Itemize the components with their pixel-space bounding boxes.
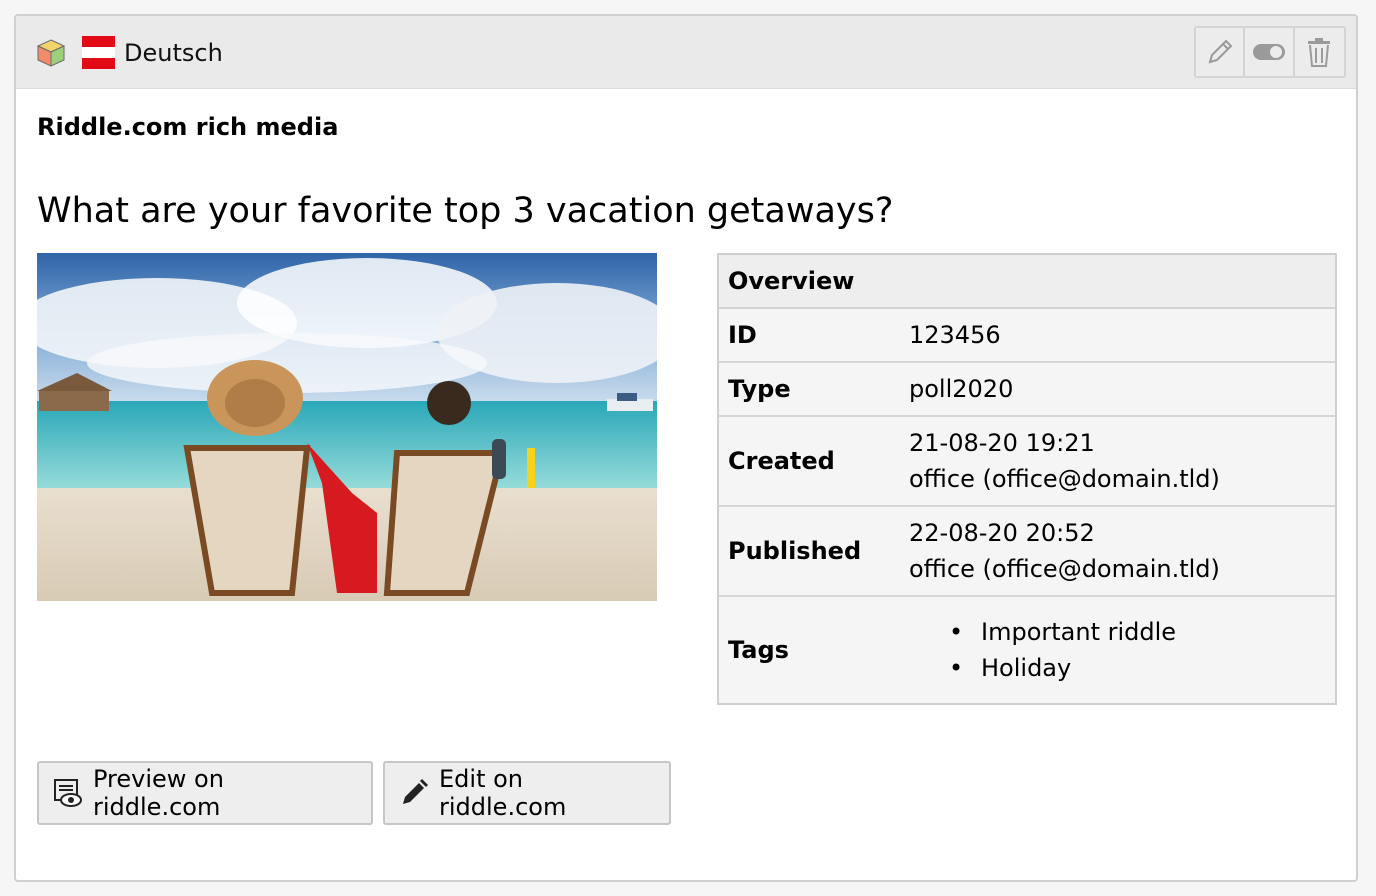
id-label: ID xyxy=(728,321,757,349)
id-value: 123456 xyxy=(909,321,1001,349)
tag-list: Important riddle Holiday xyxy=(909,614,1335,686)
overview-title: Overview xyxy=(719,255,1335,309)
overview-row-id: ID 123456 xyxy=(719,309,1335,363)
content-element-panel: Deutsch Riddle.com rich media What are y… xyxy=(14,14,1358,882)
preview-on-riddle-button[interactable]: Preview on riddle.com xyxy=(37,761,373,825)
edit-button[interactable] xyxy=(1196,28,1246,76)
preview-button-label: Preview on riddle.com xyxy=(93,765,224,821)
overview-row-published: Published 22-08-20 20:52 office (office@… xyxy=(719,507,1335,597)
created-label: Created xyxy=(728,447,835,475)
published-user: office (office@domain.tld) xyxy=(909,555,1220,583)
published-label: Published xyxy=(728,537,862,565)
toggle-icon xyxy=(1253,44,1286,60)
header-actions xyxy=(1194,26,1346,78)
edit-on-riddle-button[interactable]: Edit on riddle.com xyxy=(383,761,671,825)
type-value: poll2020 xyxy=(909,375,1014,403)
overview-row-created: Created 21-08-20 19:21 office (office@do… xyxy=(719,417,1335,507)
trash-icon xyxy=(1308,38,1331,67)
tag-item: Important riddle xyxy=(949,614,1335,650)
toggle-visibility-button[interactable] xyxy=(1245,28,1295,76)
riddle-question: What are your favorite top 3 vacation ge… xyxy=(37,191,894,231)
created-date: 21-08-20 19:21 xyxy=(909,429,1095,457)
tags-label: Tags xyxy=(728,636,789,664)
created-user: office (office@domain.tld) xyxy=(909,465,1220,493)
published-date: 22-08-20 20:52 xyxy=(909,519,1095,547)
austria-flag-icon xyxy=(82,36,115,69)
riddle-thumbnail-image xyxy=(37,253,657,601)
tag-item: Holiday xyxy=(949,650,1335,686)
preview-eye-icon xyxy=(53,778,83,808)
delete-button[interactable] xyxy=(1295,28,1344,76)
overview-row-tags: Tags Important riddle Holiday xyxy=(719,597,1335,703)
overview-table: Overview ID 123456 Type poll2020 Created… xyxy=(717,253,1337,705)
panel-header: Deutsch xyxy=(16,16,1356,89)
pencil-icon xyxy=(399,778,429,808)
edit-button-label: Edit on riddle.com xyxy=(439,765,567,821)
type-label: Type xyxy=(728,375,791,403)
language-label: Deutsch xyxy=(124,39,223,67)
content-type-label: Riddle.com rich media xyxy=(37,113,339,141)
cube-icon xyxy=(36,39,66,67)
overview-row-type: Type poll2020 xyxy=(719,363,1335,417)
pencil-icon xyxy=(1208,39,1233,64)
